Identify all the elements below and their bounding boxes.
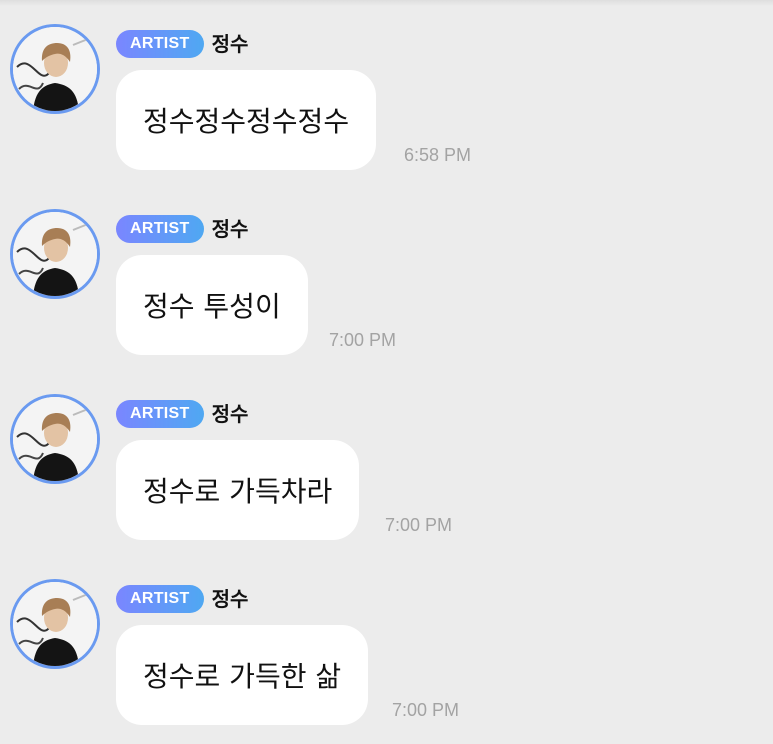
- chat-message: ARTIST 정수 정수로 가득한 삶 7:00 PM: [0, 555, 773, 725]
- avatar[interactable]: [10, 24, 100, 114]
- sender-name[interactable]: 정수: [212, 400, 249, 428]
- artist-badge: ARTIST: [116, 400, 204, 428]
- avatar-photo-icon: [13, 27, 97, 111]
- artist-badge: ARTIST: [116, 215, 204, 243]
- message-bubble[interactable]: 정수로 가득차라: [116, 440, 360, 540]
- message-header: ARTIST 정수: [116, 585, 248, 613]
- artist-badge: ARTIST: [116, 30, 204, 58]
- chat-message: ARTIST 정수 정수정수정수정수 6:58 PM: [0, 0, 773, 170]
- message-header: ARTIST 정수: [116, 30, 248, 58]
- message-bubble[interactable]: 정수정수정수정수: [116, 70, 377, 170]
- message-header: ARTIST 정수: [116, 215, 248, 243]
- chat-message: ARTIST 정수 정수로 가득차라 7:00 PM: [0, 370, 773, 540]
- message-timestamp: 7:00 PM: [385, 515, 453, 535]
- avatar[interactable]: [10, 209, 100, 299]
- chat-message: ARTIST 정수 정수 투성이 7:00 PM: [0, 185, 773, 355]
- artist-badge: ARTIST: [116, 585, 204, 613]
- message-timestamp: 7:00 PM: [392, 700, 460, 720]
- message-timestamp: 7:00 PM: [329, 330, 397, 350]
- message-bubble[interactable]: 정수로 가득한 삶: [116, 625, 369, 725]
- avatar-photo-icon: [13, 397, 97, 481]
- message-header: ARTIST 정수: [116, 400, 248, 428]
- avatar[interactable]: [10, 579, 100, 669]
- avatar-photo-icon: [13, 212, 97, 296]
- avatar[interactable]: [10, 394, 100, 484]
- sender-name[interactable]: 정수: [212, 585, 249, 613]
- message-bubble[interactable]: 정수 투성이: [116, 255, 308, 355]
- sender-name[interactable]: 정수: [212, 30, 249, 58]
- avatar-photo-icon: [13, 582, 97, 666]
- sender-name[interactable]: 정수: [212, 215, 249, 243]
- message-timestamp: 6:58 PM: [404, 145, 472, 165]
